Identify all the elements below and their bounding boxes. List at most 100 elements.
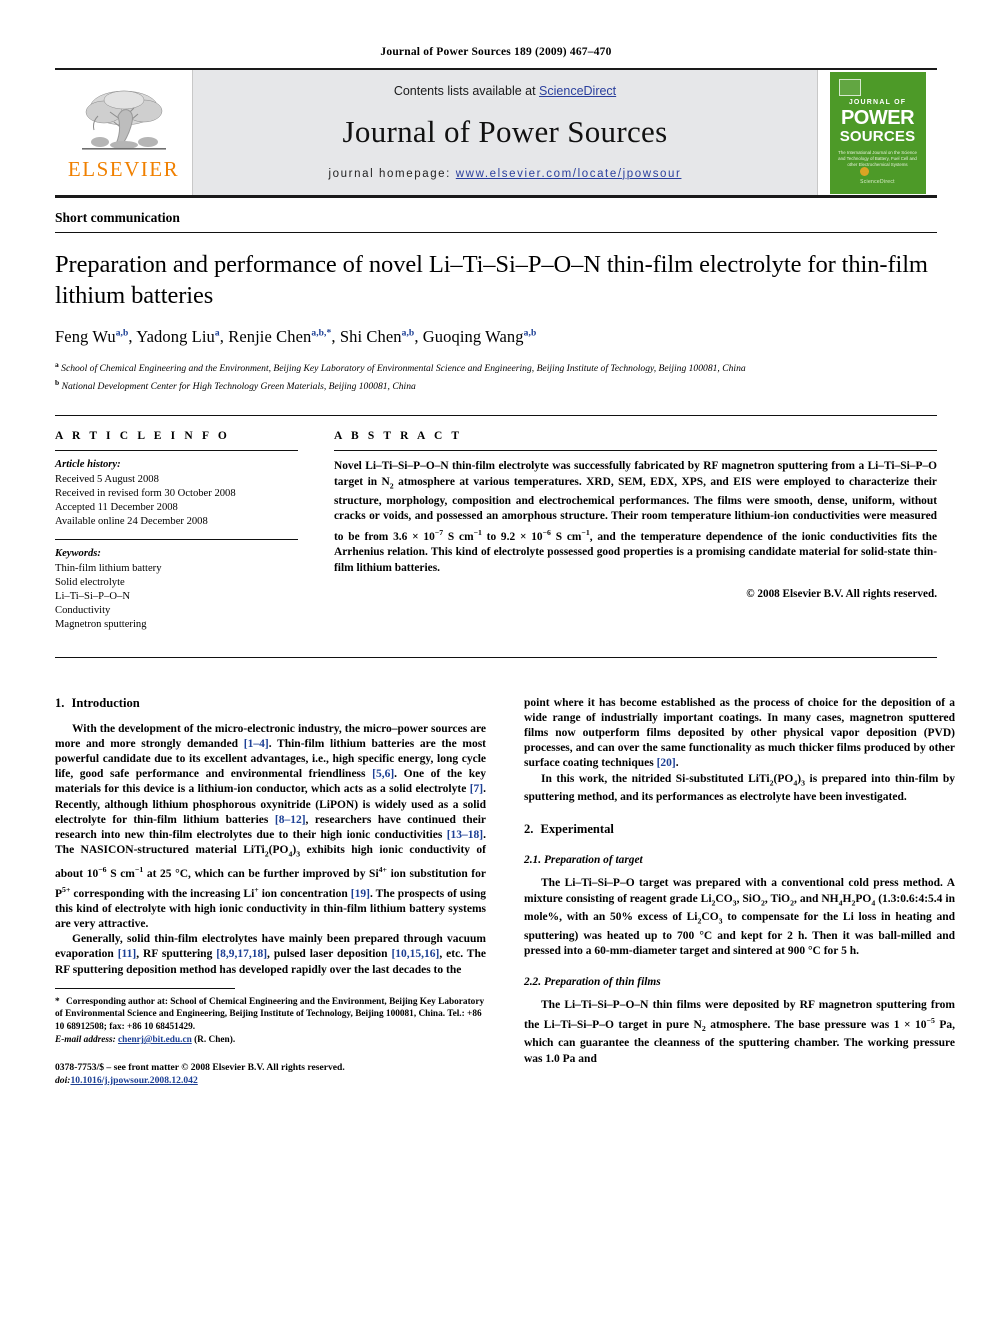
email-link[interactable]: chenrj@bit.edu.cn	[118, 1035, 192, 1045]
affiliation-list: a School of Chemical Engineering and the…	[55, 358, 937, 393]
running-head: Journal of Power Sources 189 (2009) 467–…	[380, 46, 612, 58]
cover-line1: JOURNAL OF	[848, 98, 907, 106]
article-info-column: A R T I C L E I N F O Article history: R…	[55, 416, 298, 642]
subsection-title: Preparation of target	[543, 854, 643, 867]
doi-line: doi:10.1016/j.jpowsour.2008.12.042	[55, 1075, 486, 1088]
subsection-heading-preparation-of-thin-films: 2.2. Preparation of thin films	[524, 976, 955, 988]
history-item: Accepted 11 December 2008	[55, 501, 178, 513]
journal-homepage-link[interactable]: www.elsevier.com/locate/jpowsour	[456, 168, 682, 180]
keywords-label: Keywords:	[55, 548, 101, 560]
author-marks: a,b	[523, 328, 537, 339]
section-heading-experimental: 2. Experimental	[524, 822, 955, 837]
subsection-number: 2.1.	[524, 854, 542, 867]
affiliation-mark: a	[55, 360, 59, 369]
article-kind: Short communication	[55, 210, 180, 225]
email-label: E-mail address:	[55, 1035, 116, 1046]
article-history-group: Article history: Received 5 August 2008 …	[55, 451, 298, 539]
author-marks: a	[214, 328, 220, 339]
contents-available-line: Contents lists available at ScienceDirec…	[394, 84, 616, 98]
affiliation-item: a School of Chemical Engineering and the…	[55, 358, 937, 376]
journal-title: Journal of Power Sources	[342, 113, 668, 149]
cover-footer: ScienceDirect	[860, 178, 895, 185]
contents-prefix: Contents lists available at	[393, 83, 540, 98]
title-divider	[55, 232, 937, 233]
subsection-heading-preparation-of-target: 2.1. Preparation of target	[524, 854, 955, 866]
cover-line2: POWER	[840, 106, 915, 129]
body-columns: 1. Introduction With the development of t…	[55, 696, 955, 1088]
keyword-item: Thin-film lithium battery	[55, 562, 162, 574]
intro-paragraph-3: point where it has become established as…	[524, 696, 955, 770]
sciencedirect-link[interactable]: ScienceDirect	[539, 84, 616, 98]
history-item: Received in revised form 30 October 2008	[55, 487, 236, 499]
elsevier-tree-icon	[81, 90, 166, 150]
journal-masthead: ELSEVIER Contents lists available at Sci…	[55, 68, 937, 198]
affiliation-mark: b	[55, 377, 60, 387]
keywords-group: Keywords: Thin-film lithium battery Soli…	[55, 540, 298, 642]
footnote-divider	[55, 987, 235, 989]
journal-homepage-line: journal homepage: www.elsevier.com/locat…	[329, 168, 682, 180]
elsevier-wordmark: ELSEVIER	[67, 156, 180, 181]
author-name: Renjie Chen	[228, 327, 312, 346]
corresponding-author-note: * Corresponding author at: School of Che…	[55, 996, 485, 1032]
author-item: Yadong Liua	[136, 327, 220, 346]
subsection-title: Preparation of thin films	[543, 975, 661, 988]
keyword-item: Li–Ti–Si–P–O–N	[55, 591, 130, 602]
elsevier-logo: ELSEVIER	[55, 70, 193, 195]
journal-cover-thumbnail: JOURNAL OF POWER SOURCES The Internation…	[829, 71, 926, 194]
author-name: Feng Wu	[55, 327, 116, 346]
article-page: Journal of Power Sources 189 (2009) 467–…	[0, 0, 992, 1323]
history-item: Available online 24 December 2008	[55, 516, 208, 528]
keyword-item: Solid electrolyte	[55, 576, 125, 588]
keyword-item: Magnetron sputtering	[55, 619, 147, 631]
author-name: Yadong Liu	[136, 327, 215, 346]
homepage-prefix: journal homepage:	[328, 167, 456, 180]
doi-link[interactable]: 10.1016/j.jpowsour.2008.12.042	[70, 1075, 197, 1086]
journal-cover-cell: JOURNAL OF POWER SOURCES The Internation…	[817, 70, 937, 195]
page-title: Preparation and performance of novel Li–…	[55, 251, 928, 309]
section-heading-introduction: 1. Introduction	[55, 696, 486, 711]
section-number: 2.	[524, 822, 534, 837]
affiliation-text: School of Chemical Engineering and the E…	[61, 363, 746, 375]
email-suffix: (R. Chen).	[191, 1035, 236, 1046]
experimental-thinfilms-paragraph: The Li–Ti–Si–P–O–N thin films were depos…	[524, 998, 955, 1065]
author-marks: a,b,*	[311, 328, 332, 339]
cover-line3: SOURCES	[839, 127, 916, 145]
intro-paragraph-2: Generally, solid thin-film electrolytes …	[55, 933, 486, 976]
author-name: Guoqing Wang	[422, 327, 524, 346]
left-column: 1. Introduction With the development of t…	[55, 696, 486, 1088]
copyright-line: © 2008 Elsevier B.V. All rights reserved…	[746, 587, 937, 600]
issn-line: 0378-7753/$ – see front matter © 2008 El…	[55, 1062, 345, 1074]
affiliation-text: National Development Center for High Tec…	[61, 380, 416, 392]
section-number: 1.	[55, 695, 65, 710]
author-item: Renjie Chena,b,*	[228, 327, 331, 346]
abstract-heading: A B S T R A C T	[334, 430, 463, 443]
cover-accent-dot-icon	[859, 166, 869, 176]
abstract-bottom-divider	[55, 656, 937, 658]
author-name: Shi Chen	[339, 327, 402, 346]
author-item: Shi Chena,b	[340, 327, 414, 346]
doi-label: doi:	[55, 1075, 71, 1087]
author-marks: a,b	[115, 328, 129, 339]
author-marks: a,b	[401, 328, 415, 339]
intro-paragraph-4: In this work, the nitrided Si-substitute…	[524, 772, 955, 804]
subsection-number: 2.2.	[524, 975, 542, 988]
email-note: E-mail address: chenrj@bit.edu.cn (R. Ch…	[55, 1034, 486, 1046]
experimental-target-paragraph: The Li–Ti–Si–P–O target was prepared wit…	[524, 877, 955, 957]
author-item: Feng Wua,b	[55, 327, 128, 346]
keyword-item: Conductivity	[55, 605, 111, 617]
cover-subtitle: The International Journal on the Science…	[838, 149, 917, 167]
masthead-center: Contents lists available at ScienceDirec…	[193, 70, 817, 195]
issn-copyright-block: 0378-7753/$ – see front matter © 2008 El…	[55, 1062, 486, 1087]
abstract-column: A B S T R A C T Novel Li–Ti–Si–P–O–N thi…	[334, 416, 937, 642]
affiliation-item: b National Development Center for High T…	[55, 376, 937, 394]
cover-publisher-badge-icon	[838, 78, 861, 96]
history-item: Received 5 August 2008	[55, 473, 159, 485]
section-title: Experimental	[540, 822, 614, 837]
article-history-label: Article history:	[55, 459, 121, 471]
abstract-text: Novel Li–Ti–Si–P–O–N thin-film electroly…	[334, 460, 938, 575]
right-column: point where it has become established as…	[524, 696, 955, 1088]
section-title: Introduction	[71, 695, 140, 710]
intro-paragraph-1: With the development of the micro-electr…	[55, 722, 487, 930]
info-abstract-block: A R T I C L E I N F O Article history: R…	[55, 415, 937, 642]
author-list: Feng Wua,b, Yadong Liua, Renjie Chena,b,…	[55, 327, 537, 346]
